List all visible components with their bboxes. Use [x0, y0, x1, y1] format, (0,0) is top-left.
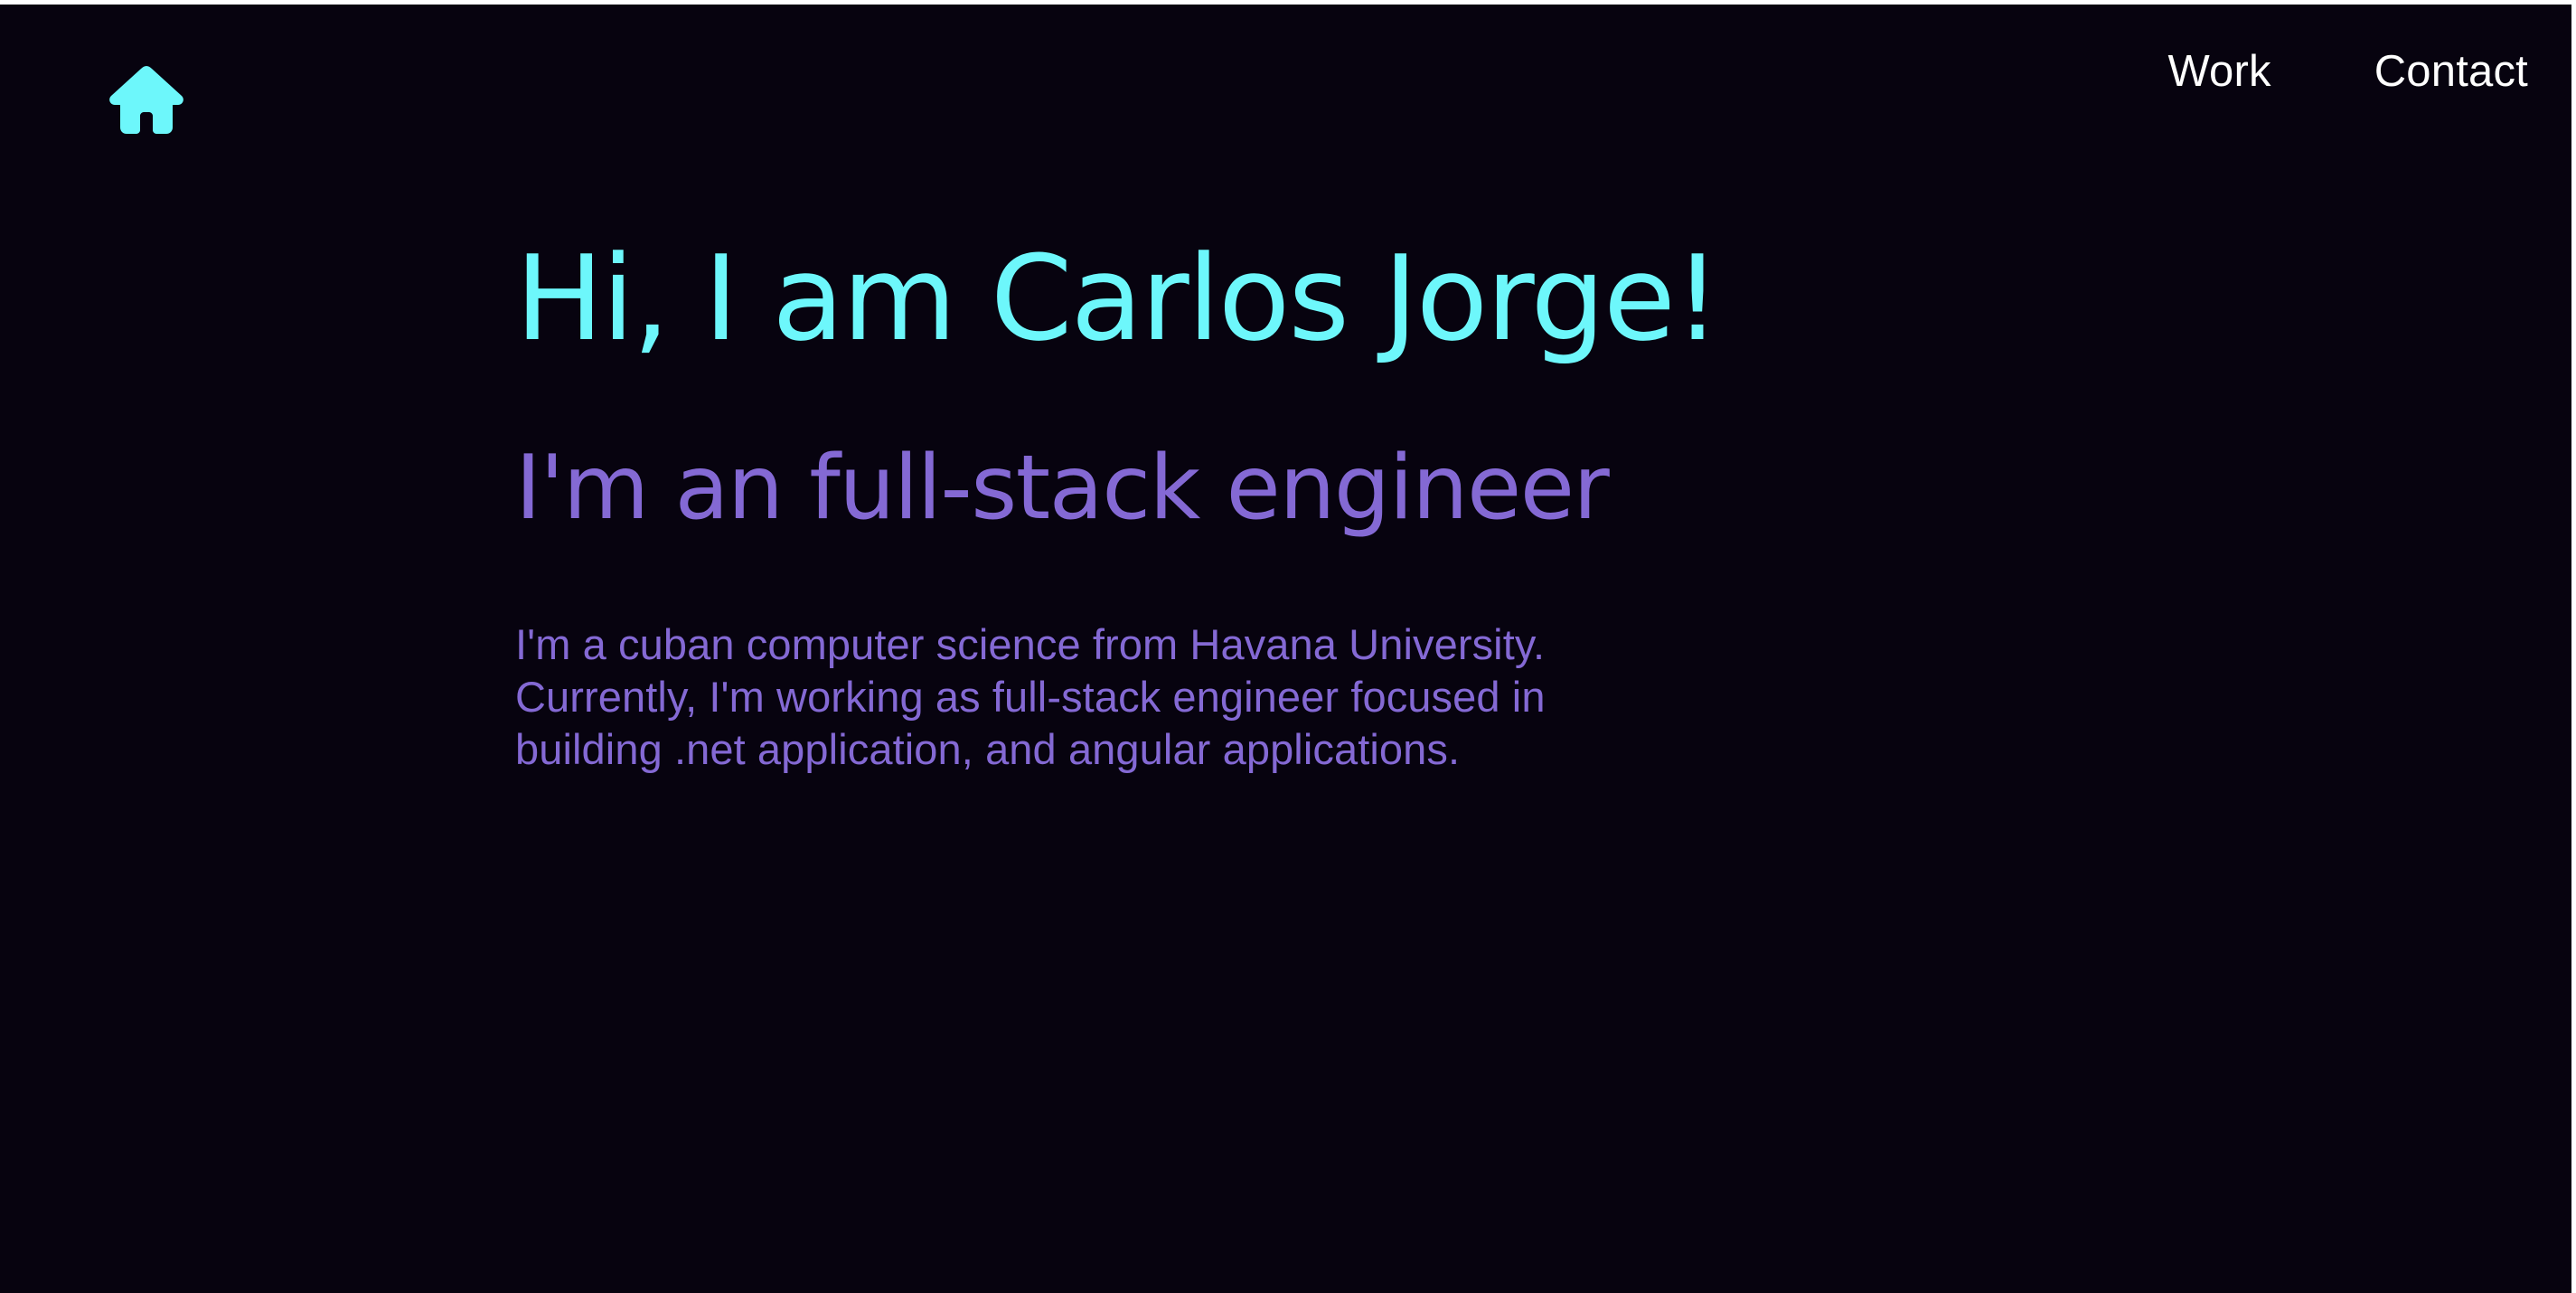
portfolio-page: Work Contact Hi, I am Carlos Jorge! I'm … [0, 5, 2571, 1293]
hero-section: Hi, I am Carlos Jorge! I'm an full-stack… [515, 230, 1721, 776]
hero-title: Hi, I am Carlos Jorge! [515, 230, 1721, 367]
hero-bio: I'm a cuban computer science from Havana… [515, 620, 1546, 774]
page-right-edge [2571, 0, 2576, 1293]
top-navigation: Work Contact [0, 5, 2571, 158]
main-nav: Work Contact [2167, 50, 2528, 94]
nav-work-link[interactable]: Work [2167, 50, 2270, 94]
hero-subtitle: I'm an full-stack engineer [515, 436, 1610, 540]
home-icon [109, 66, 183, 134]
home-link[interactable] [107, 62, 186, 135]
nav-contact-link[interactable]: Contact [2374, 50, 2528, 94]
